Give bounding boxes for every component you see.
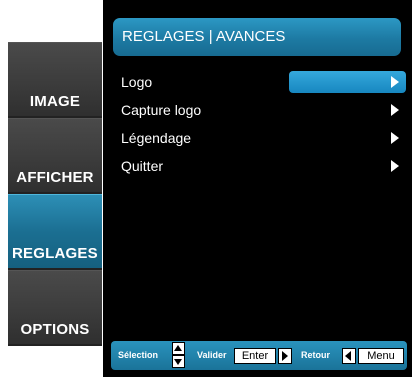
tab-image[interactable]: IMAGE xyxy=(8,42,102,116)
enter-key: Enter xyxy=(234,348,276,364)
tab-afficher-label: AFFICHER xyxy=(16,169,94,186)
menu-key: Menu xyxy=(358,348,404,364)
chevron-right-icon xyxy=(391,132,399,144)
help-back-label: Retour xyxy=(301,350,330,360)
help-bar: Sélection Valider Enter Retour Menu xyxy=(111,341,407,370)
panel-title-bar: REGLAGES | AVANCES xyxy=(113,18,401,56)
tab-reglages[interactable]: REGLAGES xyxy=(8,194,102,268)
chevron-right-icon xyxy=(391,160,399,172)
selection-highlight xyxy=(289,71,406,93)
settings-panel: REGLAGES | AVANCES Logo Capture logo Lég… xyxy=(103,0,412,377)
menu-item-capture-logo[interactable]: Capture logo xyxy=(121,99,411,121)
menu-item-quitter-label: Quitter xyxy=(121,158,164,174)
tab-options[interactable]: OPTIONS xyxy=(8,270,102,344)
arrow-left-key-icon xyxy=(342,348,356,364)
tab-afficher[interactable]: AFFICHER xyxy=(8,118,102,192)
help-selection-label: Sélection xyxy=(118,350,159,360)
menu-item-quitter[interactable]: Quitter xyxy=(121,155,411,177)
up-down-keys xyxy=(172,342,185,368)
arrow-up-key-icon xyxy=(172,342,185,355)
chevron-right-icon xyxy=(391,76,399,88)
menu-item-legendage[interactable]: Légendage xyxy=(121,127,411,149)
chevron-right-icon xyxy=(391,104,399,116)
tab-reglages-label: REGLAGES xyxy=(12,245,98,262)
menu-item-logo-label: Logo xyxy=(121,74,153,90)
arrow-right-key-icon xyxy=(278,348,292,364)
tab-image-label: IMAGE xyxy=(29,93,81,110)
tab-options-label: OPTIONS xyxy=(20,321,90,338)
menu-item-legendage-label: Légendage xyxy=(121,130,192,146)
menu-item-capture-logo-label: Capture logo xyxy=(121,102,202,118)
help-validate-label: Valider xyxy=(197,350,227,360)
panel-title: REGLAGES | AVANCES xyxy=(122,28,286,45)
osd-menu: IMAGE AFFICHER REGLAGES OPTIONS REGLAGES… xyxy=(0,0,412,377)
menu-item-logo[interactable]: Logo xyxy=(121,71,411,93)
menu-tabs: IMAGE AFFICHER REGLAGES OPTIONS xyxy=(8,42,102,346)
arrow-down-key-icon xyxy=(172,355,185,368)
